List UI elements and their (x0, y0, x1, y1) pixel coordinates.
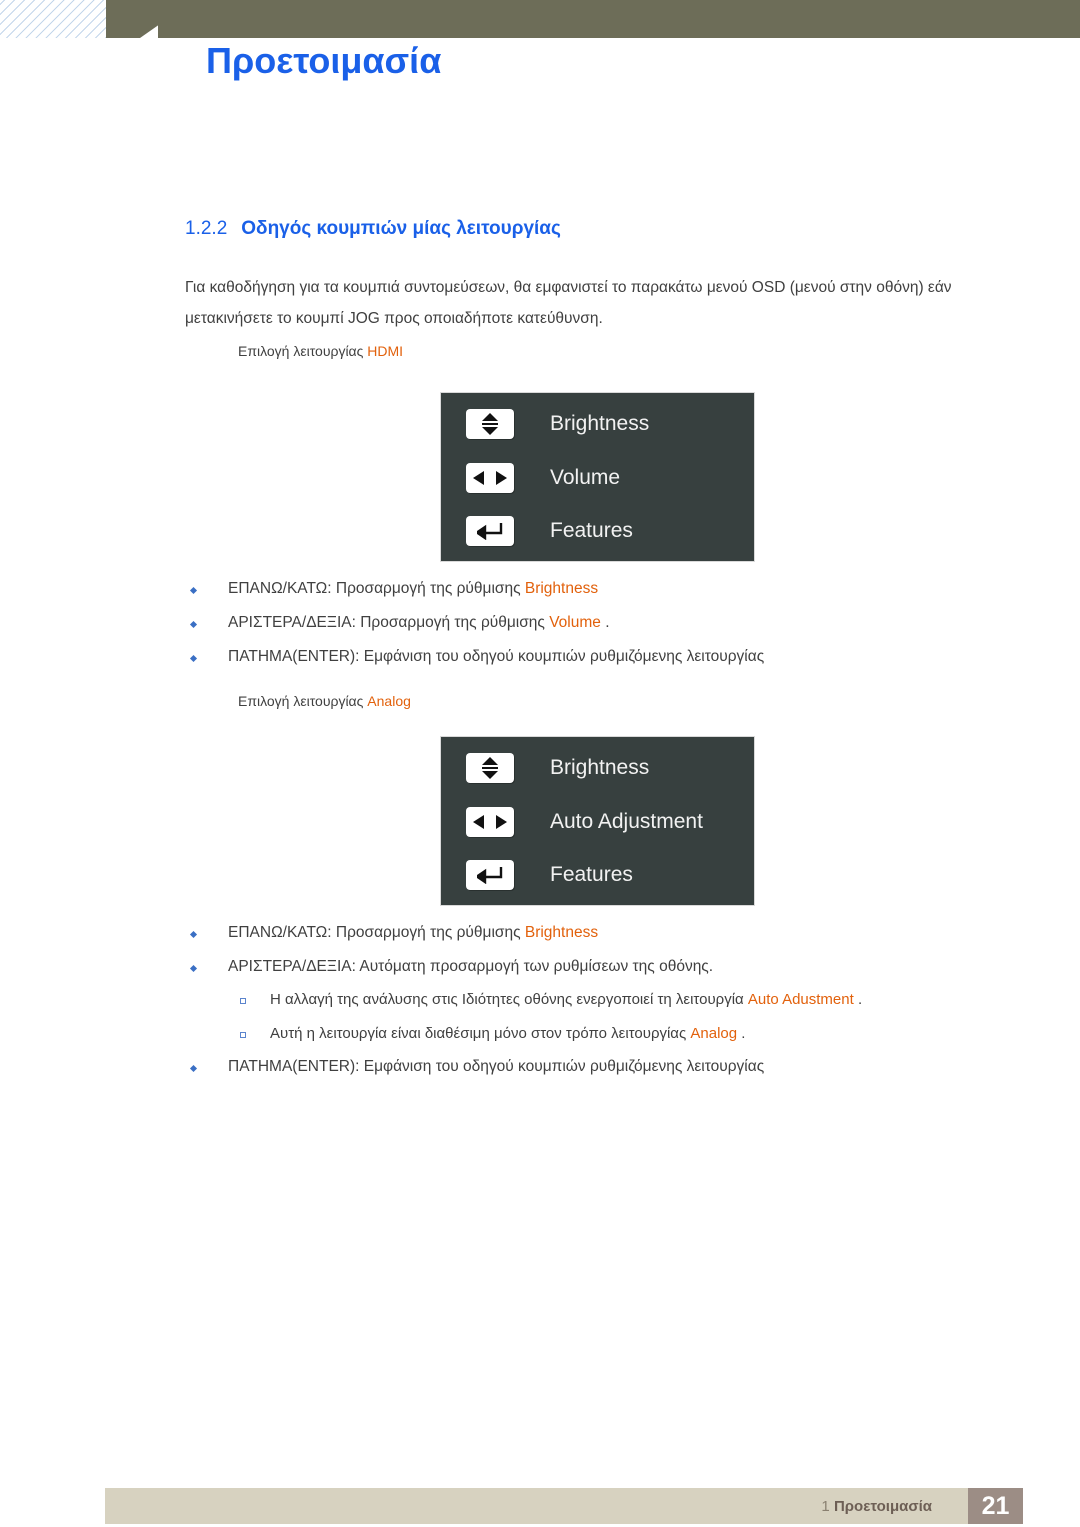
hdmi-mode-label: Επιλογή λειτουργίας HDMI (238, 343, 403, 359)
list-item: ΕΠΑΝΩ/ΚΑΤΩ: Προσαρμογή της ρύθμισης Brig… (189, 924, 599, 942)
footer-chapter-label: 1 Προετοιμασία (821, 1498, 932, 1515)
footer-chapter-number: 1 (821, 1498, 830, 1515)
bullet-marker (189, 586, 198, 595)
sub-bullet-marker (240, 998, 246, 1004)
osd-row-label: Brightness (550, 412, 650, 435)
left-right-arrows-icon[interactable] (466, 807, 514, 837)
osd-row[interactable]: Volume (466, 463, 620, 493)
left-right-arrows-icon[interactable] (466, 463, 514, 493)
list-item: ΠΑΤΗΜΑ(ENTER): Εμφάνιση του οδηγού κουμπ… (189, 648, 765, 666)
page-number-badge: 21 (968, 1488, 1023, 1524)
osd-row[interactable]: Brightness (466, 409, 649, 439)
list-item: ΠΑΤΗΜΑ(ENTER): Εμφάνιση του οδηγού κουμπ… (189, 1058, 765, 1076)
sub-list-item-text: Αυτή η λειτουργία είναι διαθέσιμη μόνο σ… (270, 1025, 691, 1042)
osd-row-label: Features (550, 863, 633, 886)
analog-mode-label-prefix: Επιλογή λειτουργίας (238, 693, 368, 709)
sub-list-item-highlight: Analog (690, 1025, 738, 1042)
osd-row[interactable]: Features (466, 860, 633, 890)
osd-row-label: Auto Adjustment (550, 810, 703, 833)
osd-row-label: Volume (550, 466, 621, 489)
list-item-text: ΠΑΤΗΜΑ(ENTER): Εμφάνιση του οδηγού κουμπ… (228, 1058, 765, 1075)
sub-list-item-text-post: . (853, 991, 863, 1008)
bullet-marker (189, 1064, 198, 1073)
bullet-marker (189, 930, 198, 939)
section-number: 1.2.2 (185, 218, 228, 239)
analog-mode-label: Επιλογή λειτουργίας Analog (238, 693, 411, 709)
bullet-marker (189, 964, 198, 973)
hdmi-mode-label-prefix: Επιλογή λειτουργίας (238, 343, 368, 359)
osd-row-label: Features (550, 519, 633, 542)
osd-row[interactable]: Brightness (466, 753, 649, 783)
up-down-arrows-icon[interactable] (466, 409, 514, 439)
osd-row-label: Brightness (550, 756, 650, 779)
list-item: ΑΡΙΣΤΕΡΑ/ΔΕΞΙΑ: Αυτόματη προσαρμογή των … (189, 958, 714, 976)
osd-menu-analog: Brightness Auto Adjustment Features (440, 736, 755, 906)
list-item: ΑΡΙΣΤΕΡΑ/ΔΕΞΙΑ: Προσαρμογή της ρύθμισης … (189, 614, 610, 632)
header-hatch-decoration (0, 0, 106, 38)
enter-return-arrow-icon[interactable] (466, 860, 514, 890)
osd-row[interactable]: Auto Adjustment (466, 807, 703, 837)
list-item-text: ΕΠΑΝΩ/ΚΑΤΩ: Προσαρμογή της ρύθμισης (228, 580, 525, 597)
enter-return-arrow-glyph (477, 867, 503, 884)
list-item-highlight: Brightness (524, 580, 599, 597)
analog-mode-label-value: Analog (367, 693, 411, 709)
sub-list-item: Αυτή η λειτουργία είναι διαθέσιμη μόνο σ… (240, 1025, 746, 1042)
enter-return-arrow-glyph (477, 523, 503, 540)
hdmi-mode-label-value: HDMI (367, 343, 404, 359)
section-heading: 1.2.2 Οδηγός κουμπιών μίας λειτουργίας (185, 218, 561, 240)
sub-list-item: Η αλλαγή της ανάλυσης στις Ιδιότητες οθό… (240, 991, 863, 1008)
sub-list-item-text-post: . (737, 1025, 746, 1042)
list-item-highlight: Volume (549, 614, 601, 631)
list-item-text: ΑΡΙΣΤΕΡΑ/ΔΕΞΙΑ: Προσαρμογή της ρύθμισης (228, 614, 550, 631)
section-title: Οδηγός κουμπιών μίας λειτουργίας (241, 218, 561, 239)
list-item-text: ΕΠΑΝΩ/ΚΑΤΩ: Προσαρμογή της ρύθμισης (228, 924, 525, 941)
left-right-arrows-glyph (473, 815, 507, 829)
sub-bullet-marker (240, 1032, 246, 1038)
list-item-text: ΑΡΙΣΤΕΡΑ/ΔΕΞΙΑ: Αυτόματη προσαρμογή των … (228, 958, 714, 975)
chapter-number-glyph-stem (158, 24, 161, 38)
page-title: Προετοιμασία (206, 40, 442, 81)
osd-menu-hdmi: Brightness Volume Features (440, 392, 755, 562)
up-down-arrows-glyph (482, 413, 498, 435)
left-right-arrows-glyph (473, 471, 507, 485)
sub-list-item-text: Η αλλαγή της ανάλυσης στις Ιδιότητες οθό… (270, 991, 748, 1008)
header-bar (106, 0, 1080, 38)
list-item-highlight: Brightness (524, 924, 599, 941)
bullet-marker (189, 620, 198, 629)
enter-return-arrow-icon[interactable] (466, 516, 514, 546)
section-intro-paragraph: Για καθοδήγηση για τα κουμπιά συντομεύσε… (185, 279, 952, 327)
up-down-arrows-icon[interactable] (466, 753, 514, 783)
bullet-marker (189, 654, 198, 663)
list-item-text: ΠΑΤΗΜΑ(ENTER): Εμφάνιση του οδηγού κουμπ… (228, 648, 765, 665)
osd-row[interactable]: Features (466, 516, 633, 546)
sub-list-item-highlight: Auto Adustment (747, 991, 854, 1008)
footer-chapter-name: Προετοιμασία (833, 1498, 932, 1515)
up-down-arrows-glyph (482, 757, 498, 779)
list-item-text-post: . (600, 614, 610, 631)
list-item: ΕΠΑΝΩ/ΚΑΤΩ: Προσαρμογή της ρύθμισης Brig… (189, 580, 599, 598)
